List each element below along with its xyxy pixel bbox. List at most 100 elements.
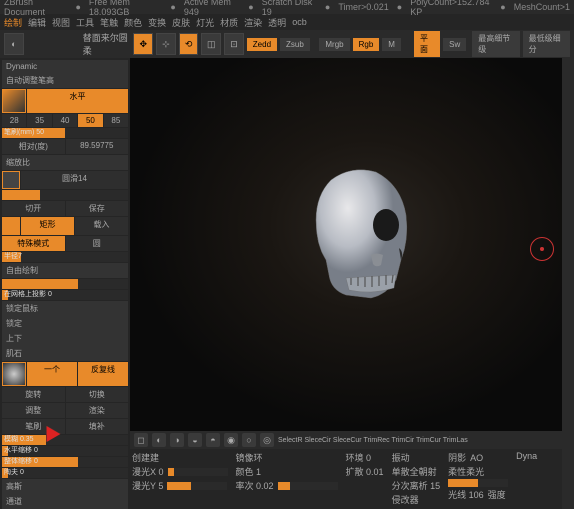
move-icon[interactable]: ✥ [133, 33, 153, 55]
gshift-slider[interactable]: 整体缩移 0 [2, 457, 128, 467]
radius-slider[interactable]: 半径7 [2, 252, 128, 262]
status-freemem: Free Mem 18.093GB [89, 0, 163, 17]
freehand-slider[interactable] [2, 279, 128, 289]
frame-icon[interactable]: ⊡ [224, 33, 244, 55]
zsub-button[interactable]: Zsub [280, 38, 310, 51]
horizontal-button[interactable]: 水平 [27, 89, 128, 113]
menu-transform[interactable]: 变换 [148, 16, 166, 29]
zadd-button[interactable]: Zedd [247, 38, 277, 51]
mrgb-button[interactable]: Mrgb [319, 38, 349, 51]
menu-draw[interactable]: 绘制 [4, 16, 22, 29]
load-button[interactable]: 载入 [75, 217, 128, 235]
flat-button[interactable]: 平面 [414, 31, 440, 57]
menu-view[interactable]: 视图 [52, 16, 70, 29]
status-activemem: Active Mem 949 [184, 0, 240, 17]
num-40[interactable]: 40 [53, 114, 77, 127]
scale-icon[interactable]: ⊹ [156, 33, 176, 55]
status-doc: ZBrush Document [4, 0, 67, 17]
ceramic-slider[interactable]: 陶夫 0 [2, 468, 128, 478]
dynamic-header[interactable]: Dynamic [2, 60, 128, 73]
rect-button[interactable]: 矩形 [21, 217, 74, 235]
dist-slider[interactable] [448, 479, 508, 487]
viewport: ◻ ◐ ◑ ◒ ◓ ◉ ○ ◎ SelectR SleceCir SleceCu… [130, 58, 562, 509]
toolbar-label: 替面来尔圆柔 [83, 31, 131, 57]
num-50[interactable]: 50 [78, 114, 102, 127]
sw-button[interactable]: Sw [443, 38, 466, 51]
skull-model[interactable] [301, 160, 431, 310]
lightx-slider[interactable] [168, 468, 228, 476]
rgb-button[interactable]: Rgb [353, 38, 380, 51]
lighty-slider[interactable] [167, 482, 227, 490]
num-28[interactable]: 28 [2, 114, 26, 127]
hshift-slider[interactable]: 水平缩移 0 [2, 446, 128, 456]
bt-6[interactable]: ◉ [224, 433, 238, 447]
updown-label: 上下 [2, 331, 128, 346]
brush-thumb[interactable] [2, 89, 26, 113]
menu-edit[interactable]: 编辑 [28, 16, 46, 29]
bt-2[interactable]: ◐ [152, 433, 166, 447]
menu-skin[interactable]: 皮肤 [172, 16, 190, 29]
texture-thumb[interactable] [2, 362, 26, 386]
mindetail-button[interactable]: 最低级细分 [523, 31, 570, 57]
ray-label: 光线 106 [448, 488, 484, 501]
repeat-button[interactable]: 反复线 [78, 362, 128, 386]
bt-3[interactable]: ◑ [170, 433, 184, 447]
status-polycount: PolyCount>152.784 KP [410, 0, 492, 17]
rate-label: 率次 0.02 [236, 479, 274, 492]
rate-slider[interactable] [278, 482, 338, 490]
bt-4[interactable]: ◒ [188, 433, 202, 447]
left-sidebar: Dynamic 自动调整笔高 水平 28 35 40 50 85 笔刷(mm) … [0, 58, 130, 509]
create-label: 创建建 [132, 451, 159, 464]
channel-header[interactable]: 通道 [2, 494, 128, 509]
adjust-label: 调整 [2, 403, 65, 418]
select-tools-label: SelectR SleceCir SleceCur TrimRec TrimCi… [278, 437, 468, 444]
dyn-label: Dyna [516, 451, 537, 461]
bt-8[interactable]: ◎ [260, 433, 274, 447]
wax-label: 柔性柔光 [448, 465, 484, 478]
menu-render[interactable]: 渲染 [244, 16, 262, 29]
menu-ocb[interactable]: ocb [292, 17, 307, 27]
roughness[interactable]: 圆滑14 [21, 171, 128, 189]
menu-light[interactable]: 灯光 [196, 16, 214, 29]
num-35[interactable]: 35 [27, 114, 51, 127]
right-toolbar[interactable] [562, 58, 574, 509]
dist-label: 分次离析 15 [392, 479, 441, 492]
menu-stroke[interactable]: 笔触 [100, 16, 118, 29]
gizmo-center-icon [540, 247, 544, 251]
blur-slider[interactable]: 模糊 0.35 [2, 435, 128, 445]
rotate-label: 旋转 [2, 387, 65, 402]
shad-label: 阴影 [448, 451, 466, 464]
gizmo-icon[interactable]: ◫ [201, 33, 221, 55]
one-button[interactable]: 一个 [27, 362, 77, 386]
bt-5[interactable]: ◓ [206, 433, 220, 447]
scale-slider[interactable]: 笔刷(mm) 50 [2, 128, 128, 138]
roughness-slider[interactable] [2, 190, 128, 200]
gauss-label: 高斯 [2, 479, 128, 494]
save-button[interactable]: 保存 [66, 201, 129, 216]
menu-transparent[interactable]: 透明 [268, 16, 286, 29]
autoadj-header[interactable]: 自动调整笔高 [2, 73, 128, 88]
bt-7[interactable]: ○ [242, 433, 256, 447]
move-label: 切换 [66, 387, 129, 402]
circle-button[interactable]: 圆 [66, 236, 129, 251]
menu-tool[interactable]: 工具 [76, 16, 94, 29]
freehand-label: 自由绘制 [2, 263, 128, 278]
alpha-header[interactable]: 肌石 [2, 346, 128, 361]
special-mode[interactable]: 特殊模式 [2, 236, 65, 251]
lazymouse-header[interactable]: 锁定鼠标 [2, 301, 128, 316]
ongrid-slider[interactable]: 在网格上投影 0 [2, 290, 128, 300]
num-85[interactable]: 85 [104, 114, 128, 127]
bt-1[interactable]: ◻ [134, 433, 148, 447]
menu-material[interactable]: 材质 [220, 16, 238, 29]
angle-value[interactable]: 89.59775 [66, 139, 129, 154]
menu-color[interactable]: 颜色 [124, 16, 142, 29]
rotate-icon[interactable]: ⟲ [179, 33, 199, 55]
canvas[interactable] [130, 58, 562, 431]
status-scratch: Scratch Disk 19 [262, 0, 317, 17]
stroke-thumb[interactable] [2, 217, 20, 235]
tool-icon-1[interactable]: ◐ [4, 33, 24, 55]
ao-label: AO [470, 453, 483, 463]
alpha-thumb[interactable] [2, 171, 20, 189]
m-button[interactable]: M [382, 38, 401, 51]
maxdetail-button[interactable]: 最高细节级 [472, 31, 519, 57]
